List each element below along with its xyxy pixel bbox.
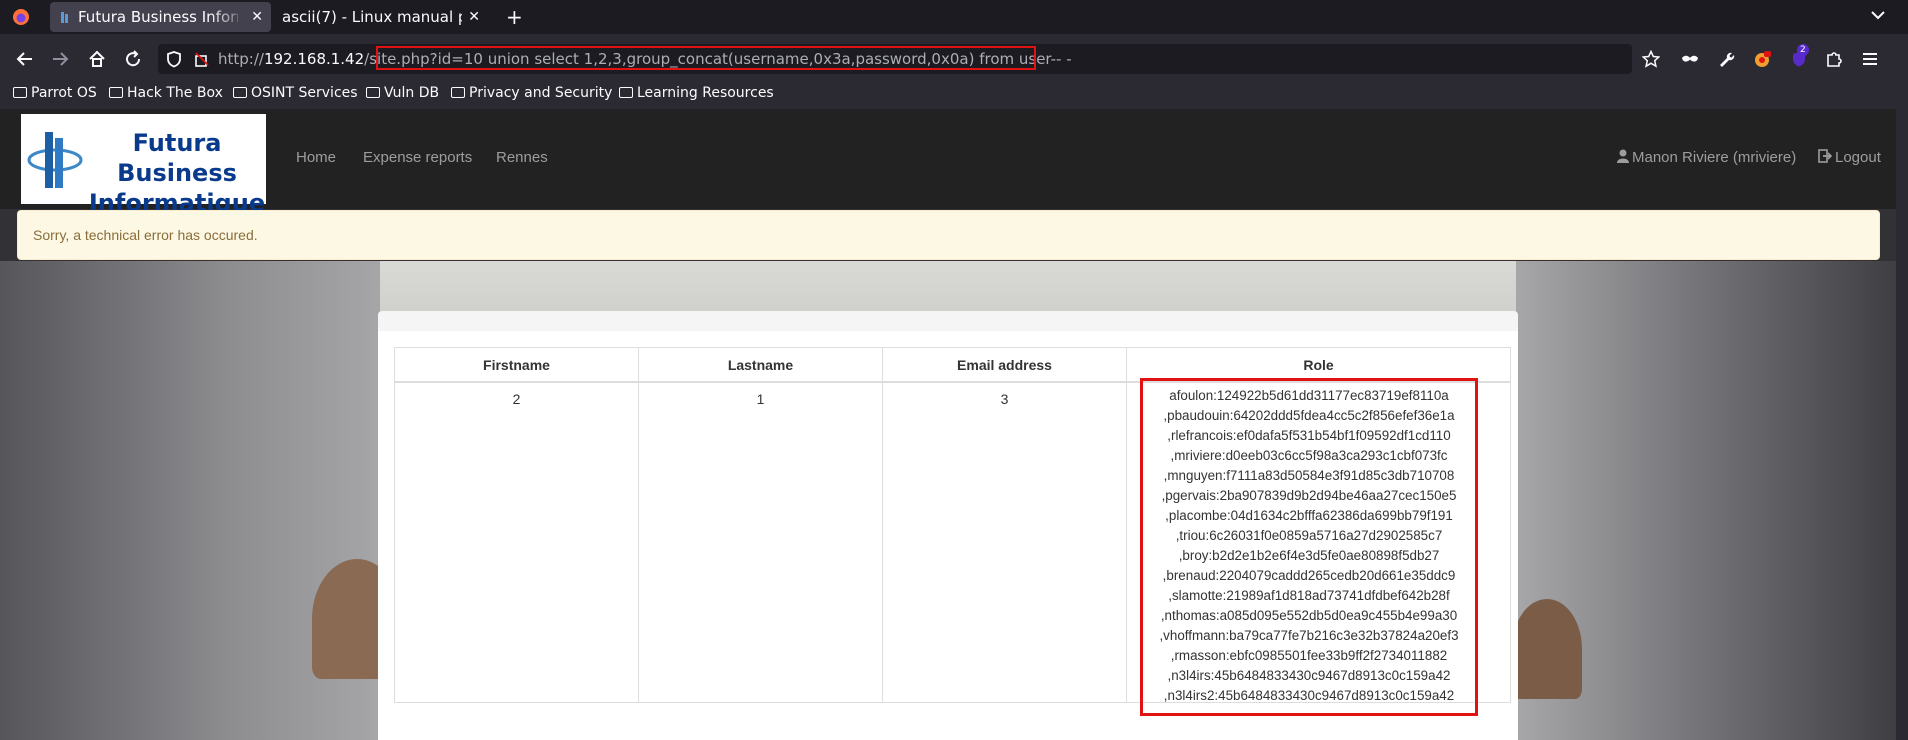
page-scrollbar[interactable]	[1896, 109, 1908, 740]
extension-badge: 2	[1797, 44, 1809, 56]
role-line: ,n3l4irs:45b6484833430c9467d8913c0c159a4…	[1167, 668, 1451, 683]
tab-futura[interactable]: Futura Business Informat ✕	[50, 2, 271, 32]
cell-lastname: 1	[638, 381, 883, 703]
role-line: ,n3l4irs2:45b6484833430c9467d8913c0c159a…	[1163, 688, 1455, 703]
tracking-protection-shield-icon[interactable]	[165, 50, 183, 68]
reload-icon[interactable]	[123, 49, 143, 69]
wrench-icon[interactable]	[1717, 50, 1735, 68]
tab-close-icon[interactable]: ✕	[468, 2, 480, 32]
logout-icon	[1818, 149, 1833, 163]
nav-rennes[interactable]: Rennes	[496, 149, 548, 166]
private-mask-icon[interactable]	[1681, 50, 1699, 68]
cell-firstname: 2	[394, 381, 639, 703]
role-line: ,mriviere:d0eeb03c6cc5f98a3ca293c1cbf073…	[1170, 448, 1448, 463]
role-line: ,mnguyen:f7111a83d50584e3f91d85c3db71070…	[1163, 468, 1455, 483]
list-all-tabs-chevron-icon[interactable]	[1870, 7, 1886, 23]
folder-icon	[366, 87, 380, 98]
role-line: ,broy:b2d2e1b2e6f4e3d5fe0ae80898f5db27	[1178, 548, 1440, 563]
new-tab-button[interactable]: +	[506, 3, 523, 31]
url-injection-highlight-box	[376, 46, 1036, 70]
bookmark-label: OSINT Services	[251, 85, 358, 101]
role-line: ,brenaud:2204079caddd265cedb20d661e35ddc…	[1162, 568, 1456, 583]
firefox-menu-icon[interactable]	[12, 8, 30, 26]
logo-text: Futura Business Informatique	[87, 128, 267, 218]
bookmark-learning-resources[interactable]: Learning Resources	[619, 84, 774, 102]
role-line: ,vhoffmann:ba79ca77fe7b216c3e32b37824a20…	[1159, 628, 1459, 643]
cell-email: 3	[882, 381, 1127, 703]
tab-title: ascii(7) - Linux manual page	[282, 8, 462, 26]
logo-line-1: Futura Business	[117, 129, 237, 187]
role-line: ,rmasson:ebfc0985501fee33b9ff2f273401188…	[1170, 648, 1448, 663]
role-line: ,slamotte:21989af1d818ad73741dfdbef642b2…	[1168, 588, 1450, 603]
bookmark-label: Parrot OS	[31, 85, 97, 101]
url-prefix: http://	[218, 50, 264, 68]
logo-building-icon	[27, 132, 83, 188]
tab-close-icon[interactable]: ✕	[251, 2, 263, 32]
site-favicon-icon	[61, 12, 68, 23]
role-line: afoulon:124922b5d61dd31177ec83719ef8110a	[1169, 388, 1449, 403]
user-icon	[1617, 149, 1629, 163]
role-line: ,placombe:04d1634c2bfffa62386da699bb79f1…	[1165, 508, 1453, 523]
logout-label: Logout	[1835, 149, 1881, 166]
forward-arrow-icon[interactable]	[50, 49, 70, 69]
role-line: ,pgervais:2ba907839d9b2d94be46aa27cec150…	[1161, 488, 1457, 503]
bookmark-label: Privacy and Security	[469, 85, 613, 101]
bookmark-star-icon[interactable]	[1642, 50, 1660, 68]
bookmark-osint-services[interactable]: OSINT Services	[233, 84, 358, 102]
nav-home[interactable]: Home	[296, 149, 336, 166]
bookmark-vuln-db[interactable]: Vuln DB	[366, 84, 439, 102]
user-name: Manon Riviere (mriviere)	[1632, 149, 1797, 166]
col-lastname: Lastname	[638, 347, 883, 383]
folder-icon	[451, 87, 465, 98]
col-role: Role	[1126, 347, 1511, 383]
bookmark-hack-the-box[interactable]: Hack The Box	[109, 84, 223, 102]
col-firstname: Firstname	[394, 347, 639, 383]
bookmark-label: Hack The Box	[127, 85, 223, 101]
folder-icon	[233, 87, 247, 98]
role-line: ,pbaudouin:64202ddd5fdea4cc5c2f856efef36…	[1163, 408, 1455, 423]
tab-ascii[interactable]: ascii(7) - Linux manual page ✕	[276, 2, 488, 32]
logout-link[interactable]: Logout	[1818, 149, 1881, 166]
role-line: ,nthomas:a085d095e552db5d0ea9c455b4e99a3…	[1160, 608, 1458, 623]
folder-icon	[13, 87, 27, 98]
role-line: ,triou:6c26031f0e0859a5716a27d2902585c7	[1175, 528, 1443, 543]
nav-expense-reports[interactable]: Expense reports	[363, 149, 472, 166]
folder-icon	[619, 87, 633, 98]
bookmark-privacy-security[interactable]: Privacy and Security	[451, 84, 612, 102]
tab-title-fade	[210, 2, 250, 32]
user-menu[interactable]: Manon Riviere (mriviere)	[1617, 149, 1796, 166]
home-icon[interactable]	[87, 49, 107, 69]
extension-fox-icon[interactable]	[1753, 50, 1771, 68]
background-person-right	[1512, 599, 1582, 699]
table-header-row: Firstname Lastname Email address Role	[394, 347, 1511, 383]
site-logo[interactable]: Futura Business Informatique	[21, 114, 266, 217]
role-line: ,rlefrancois:ef0dafa5f531b54bf1f09592df1…	[1167, 428, 1451, 443]
error-alert: Sorry, a technical error has occured.	[17, 210, 1880, 260]
bookmark-parrot-os[interactable]: Parrot OS	[13, 84, 97, 102]
extensions-puzzle-icon[interactable]	[1825, 50, 1843, 68]
url-host: 192.168.1.42	[263, 50, 365, 68]
page-viewport: Futura Business Informatique Home Expens…	[0, 109, 1908, 740]
role-dump-text: afoulon:124922b5d61dd31177ec83719ef8110a…	[1140, 386, 1478, 706]
toolbar-top-edge	[0, 34, 1908, 41]
site-navbar	[0, 109, 1896, 209]
col-email: Email address	[882, 347, 1127, 383]
bookmark-label: Vuln DB	[384, 85, 440, 101]
folder-icon	[109, 87, 123, 98]
back-arrow-icon[interactable]	[15, 49, 35, 69]
bookmark-label: Learning Resources	[637, 85, 774, 101]
hamburger-menu-icon[interactable]	[1861, 50, 1879, 68]
site-info-icon[interactable]	[193, 50, 211, 68]
